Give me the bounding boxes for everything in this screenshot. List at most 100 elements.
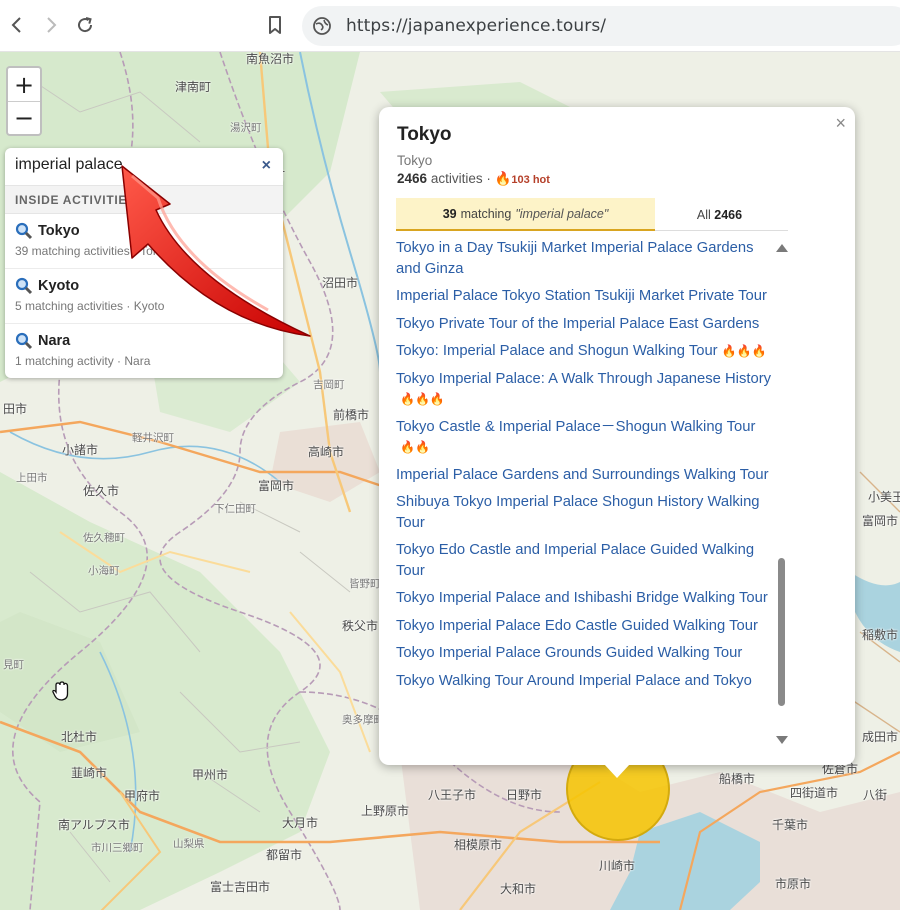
map-city-label: 南魚沼市 — [246, 52, 295, 66]
map-city-label: 秩父市 — [342, 619, 379, 633]
close-popup-button[interactable]: × — [835, 113, 846, 134]
map-city-label: 成田市 — [862, 730, 899, 744]
map-city-label: 上野原市 — [361, 804, 410, 818]
map-city-label: 津南町 — [175, 80, 212, 94]
map-city-label: 佐久市 — [83, 484, 120, 498]
map-city-label: 山梨県 — [173, 838, 205, 850]
map-city-label: 甲州市 — [192, 768, 229, 782]
search-icon — [15, 222, 33, 240]
scroll-down-arrow-icon[interactable] — [776, 736, 788, 744]
map-city-label: 大和市 — [500, 882, 537, 896]
map-city-label: 南アルプス市 — [58, 818, 130, 832]
map-city-label: 富岡市 — [258, 479, 295, 493]
popup-region: Tokyo — [397, 153, 433, 168]
annotation-arrow-icon — [121, 165, 311, 337]
popup-title: Tokyo — [397, 124, 452, 145]
map-city-label: 佐久穂町 — [83, 532, 125, 544]
activity-link[interactable]: Tokyo Walking Tour Around Imperial Palac… — [396, 671, 774, 692]
search-icon — [15, 332, 33, 350]
zoom-in-button[interactable]: + — [8, 68, 40, 101]
map-city-label: 富岡市 — [862, 514, 899, 528]
activity-list: Tokyo in a Day Tsukiji Market Imperial P… — [396, 238, 774, 691]
scroll-thumb[interactable] — [778, 558, 785, 706]
activity-link[interactable]: Tokyo: Imperial Palace and Shogun Walkin… — [396, 341, 774, 362]
map-city-label: 八王子市 — [428, 788, 477, 802]
matching-count: 39 — [442, 206, 457, 221]
bookmark-button[interactable] — [260, 10, 290, 40]
address-bar[interactable]: https://japanexperience.tours/ — [302, 6, 900, 46]
back-button[interactable] — [2, 10, 32, 40]
map-city-label: 小美玉 — [868, 490, 900, 504]
map-city-label: 四街道市 — [790, 786, 839, 800]
map-city-label: 下仁田町 — [214, 503, 256, 515]
map-city-label: 川崎市 — [599, 859, 636, 873]
chevron-right-icon — [47, 17, 57, 33]
map-city-label: 大月市 — [282, 816, 319, 830]
map-city-label: 田市 — [3, 402, 28, 416]
map-city-label: 日野市 — [506, 788, 543, 802]
matching-query: "imperial palace" — [515, 206, 609, 221]
all-label: All — [696, 207, 711, 222]
scroll-up-arrow-icon[interactable] — [776, 244, 788, 252]
map-city-label: 船橋市 — [719, 772, 756, 786]
result-title: Tokyo — [38, 223, 80, 239]
map-city-label: 小海町 — [88, 565, 120, 577]
map-city-label: 皆野町 — [349, 578, 381, 590]
map-city-label: 都留市 — [266, 848, 303, 862]
fire-icon: 🔥🔥🔥 — [721, 344, 767, 358]
activity-link[interactable]: Imperial Palace Tokyo Station Tsukiji Ma… — [396, 286, 774, 307]
activity-link[interactable]: Tokyo Edo Castle and Imperial Palace Gui… — [396, 540, 774, 581]
forward-button[interactable] — [36, 10, 66, 40]
search-icon — [15, 277, 33, 295]
tab-all[interactable]: All 2466 — [655, 198, 788, 231]
reload-button[interactable] — [70, 10, 100, 40]
tab-matching[interactable]: 39 matching "imperial palace" — [396, 198, 655, 231]
map-city-label: 稲敷市 — [862, 628, 899, 642]
map-city-label: 沼田市 — [322, 276, 359, 290]
fire-icon: 🔥🔥🔥 — [400, 392, 445, 406]
map-city-label: 韮崎市 — [71, 766, 108, 780]
url-text[interactable]: https://japanexperience.tours/ — [346, 16, 606, 36]
map-city-label: 市原市 — [775, 877, 812, 891]
activity-link[interactable]: Tokyo Imperial Palace: A Walk Through Ja… — [396, 369, 774, 410]
activity-link[interactable]: Tokyo Private Tour of the Imperial Palac… — [396, 314, 774, 335]
chevron-left-icon — [11, 17, 21, 33]
bookmark-icon — [269, 16, 281, 34]
map-city-label: 千葉市 — [772, 818, 809, 832]
activity-link[interactable]: Tokyo Imperial Palace Grounds Guided Wal… — [396, 643, 774, 664]
activity-link[interactable]: Tokyo Castle & Imperial Palace－Shogun Wa… — [396, 417, 774, 458]
site-info-icon[interactable] — [312, 16, 332, 36]
reload-icon — [78, 17, 93, 33]
all-count: 2466 — [714, 207, 743, 222]
map-city-label: 甲府市 — [124, 789, 161, 803]
activity-link[interactable]: Shibuya Tokyo Imperial Palace Shogun His… — [396, 492, 774, 533]
map-city-label: 小諸市 — [62, 443, 99, 457]
map-city-label: 湯沢町 — [230, 122, 262, 134]
map-city-label: 相模原市 — [454, 838, 503, 852]
popup-tabs: 39 matching "imperial palace" All 2466 — [396, 198, 788, 231]
popup-pointer — [604, 764, 630, 778]
result-subtitle: 1 matching activity · Nara — [15, 354, 151, 368]
activity-link[interactable]: Tokyo in a Day Tsukiji Market Imperial P… — [396, 238, 774, 279]
map-city-label: 市川三郷町 — [91, 842, 144, 854]
list-scrollbar[interactable] — [775, 240, 789, 750]
zoom-out-button[interactable]: − — [8, 101, 40, 134]
map-city-label: 前橋市 — [333, 408, 370, 422]
activity-link[interactable]: Tokyo Imperial Palace Edo Castle Guided … — [396, 616, 774, 637]
browser-toolbar: https://japanexperience.tours/ — [0, 0, 900, 52]
map-city-label: 高崎市 — [308, 445, 345, 459]
fire-icon: 🔥🔥 — [400, 440, 430, 454]
result-title: Kyoto — [38, 278, 80, 294]
matching-label: matching — [460, 206, 512, 221]
map-city-label: 富士吉田市 — [210, 880, 271, 894]
map-city-label: 北杜市 — [61, 730, 98, 744]
zoom-controls: + − — [6, 66, 42, 136]
map-city-label: 軽井沢町 — [132, 432, 174, 444]
map-city-label: 八街 — [863, 788, 888, 802]
result-title: Nara — [38, 333, 71, 349]
city-popup: × Tokyo Tokyo 2466 activities · 🔥103 hot… — [379, 107, 855, 765]
activity-link[interactable]: Imperial Palace Gardens and Surroundings… — [396, 465, 774, 486]
activity-link[interactable]: Tokyo Imperial Palace and Ishibashi Brid… — [396, 588, 774, 609]
activity-label: activities · — [430, 171, 491, 186]
map-city-label: 吉岡町 — [313, 379, 345, 391]
